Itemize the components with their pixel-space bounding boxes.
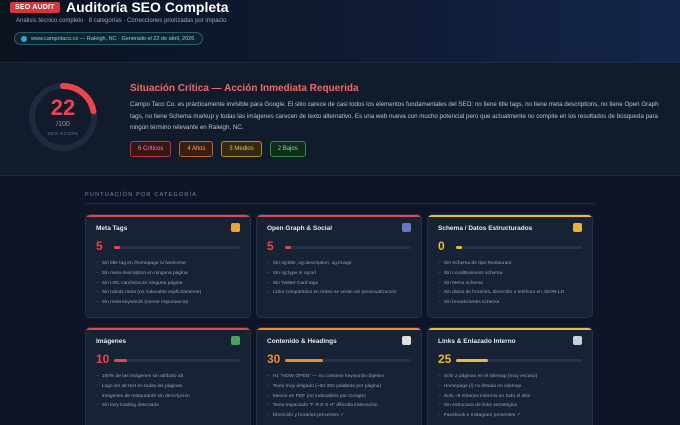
card-score-track	[456, 359, 582, 362]
issue-item: Menús en PDF (no indexables por Google)	[267, 392, 417, 402]
card-score: 5	[267, 239, 274, 253]
card-score-track	[114, 359, 240, 362]
card-score-track	[285, 359, 411, 362]
issue-item: Sin LocalBusiness schema	[438, 269, 588, 279]
low-count-pill[interactable]: 2 Bajos	[269, 141, 306, 157]
issue-item: Facebook e Instagram presentes ✓	[438, 411, 588, 421]
card-title: Schema / Datos Estructurados	[438, 225, 533, 232]
issue-item: Links compartidos en redes se verán sin …	[267, 288, 417, 298]
card-issue-list: Sin title tag en /homepage ni /welcomeSi…	[96, 259, 246, 308]
issue-item: Sin Schema de tipo Restaurant	[438, 259, 588, 269]
categories-heading: PUNTUACIÓN POR CATEGORÍA	[85, 192, 198, 198]
site-url-text: www.campotaco.co — Raleigh, NC · Generad…	[31, 35, 195, 42]
card-accent-bar	[86, 328, 250, 330]
folder-icon	[573, 223, 582, 232]
score-summary-panel: 22 /100 SEO SCORE Situación Crítica — Ac…	[0, 62, 680, 176]
category-card[interactable]: Meta Tags 5 Sin title tag en /homepage n…	[85, 214, 251, 318]
tag-icon	[231, 223, 240, 232]
issue-item: Sin og:title, og:description, og:image	[267, 259, 417, 269]
site-url-pill[interactable]: www.campotaco.co — Raleigh, NC · Generad…	[14, 32, 204, 45]
card-issue-list: Sin Schema de tipo RestaurantSin LocalBu…	[438, 259, 588, 308]
seo-score-value: 22	[50, 95, 76, 120]
issue-item: Sin Menu schema	[438, 279, 588, 289]
category-card[interactable]: Open Graph & Social 5 Sin og:title, og:d…	[256, 214, 422, 318]
issue-item: Texto espaciado "F R E S H" dificulta in…	[267, 401, 417, 411]
card-score-fill	[114, 246, 121, 249]
issue-item: Imágenes de restaurante sin descripción	[96, 392, 246, 402]
issue-item: Sin URL canónica en ninguna página	[96, 279, 246, 289]
card-score: 30	[267, 352, 281, 366]
card-score-track	[285, 246, 411, 249]
issue-item: Homepage (/) no listada en sitemap	[438, 382, 588, 392]
card-title: Contenido & Headings	[267, 338, 337, 345]
situation-description: Campo Taco Co. es prácticamente invisibl…	[130, 101, 659, 131]
issue-item: Sin lazy loading detectado	[96, 401, 246, 411]
card-title: Imágenes	[96, 338, 126, 345]
card-score: 5	[96, 239, 103, 253]
card-title: Open Graph & Social	[267, 225, 333, 232]
card-accent-bar	[428, 328, 592, 330]
issue-item: Solo 2 páginas en el sitemap (muy escaso…	[438, 372, 588, 382]
card-accent-bar	[86, 215, 250, 217]
card-score-fill	[114, 359, 127, 362]
card-score: 0	[438, 239, 445, 253]
card-score-fill	[285, 359, 323, 362]
issue-count-pills: 6 Críticos 4 Altos 3 Medios 2 Bajos	[130, 141, 306, 157]
card-issue-list: 100% de las imágenes sin atributo altLog…	[96, 372, 246, 411]
high-count-pill[interactable]: 4 Altos	[179, 141, 214, 157]
link-icon	[573, 336, 582, 345]
card-score: 25	[438, 352, 452, 366]
section-divider	[85, 203, 595, 204]
card-issue-list: Sin og:title, og:description, og:imageSi…	[267, 259, 417, 298]
issue-item: Sin breadcrumbs schema	[438, 298, 588, 308]
seo-score-label: SEO SCORE	[47, 131, 79, 136]
card-title: Meta Tags	[96, 225, 128, 232]
situation-title: Situación Crítica — Acción Inmediata Req…	[130, 83, 359, 94]
card-score-fill	[456, 359, 488, 362]
card-score: 10	[96, 352, 110, 366]
card-issue-list: H1 "NOW OPEN" — no contiene keywords obj…	[267, 372, 417, 421]
issue-item: Sin datos de horarios, dirección o teléf…	[438, 288, 588, 298]
issue-item: Sin title tag en /homepage ni /welcome	[96, 259, 246, 269]
card-score-track	[114, 246, 240, 249]
globe-icon	[21, 35, 27, 42]
page-title: Auditoría SEO Completa	[66, 0, 229, 15]
document-icon	[402, 336, 411, 345]
issue-item: Sin Twitter Card tags	[267, 279, 417, 289]
seo-score-max: /100	[56, 121, 70, 128]
issue-item: Sin meta description en ninguna página	[96, 269, 246, 279]
issue-item: Sin robots meta (no indexable explícitam…	[96, 288, 246, 298]
issue-item: Texto muy delgado (~60-200 palabras por …	[267, 382, 417, 392]
report-header: SEO AUDIT Auditoría SEO Completa Análisi…	[0, 0, 680, 62]
phone-icon	[402, 223, 411, 232]
card-score-fill	[456, 246, 462, 249]
card-accent-bar	[257, 328, 421, 330]
card-issue-list: Solo 2 páginas en el sitemap (muy escaso…	[438, 372, 588, 421]
card-score-fill	[285, 246, 292, 249]
critical-count-pill[interactable]: 6 Críticos	[130, 141, 172, 157]
page-subtitle: Análisis técnico completo · 8 categorías…	[16, 18, 227, 24]
card-score-track	[456, 246, 582, 249]
issue-item: 100% de las imágenes sin atributo alt	[96, 372, 246, 382]
image-icon	[231, 336, 240, 345]
card-accent-bar	[257, 215, 421, 217]
category-card[interactable]: Links & Enlazado Interno 25 Solo 2 págin…	[427, 327, 593, 425]
medium-count-pill[interactable]: 3 Medios	[221, 141, 262, 157]
card-title: Links & Enlazado Interno	[438, 338, 516, 345]
card-accent-bar	[428, 215, 592, 217]
issue-item: H1 "NOW OPEN" — no contiene keywords obj…	[267, 372, 417, 382]
category-card[interactable]: Schema / Datos Estructurados 0 Sin Schem…	[427, 214, 593, 318]
issue-item: Sin meta keywords (menor importancia)	[96, 298, 246, 308]
seo-audit-badge: SEO AUDIT	[10, 2, 60, 13]
category-card[interactable]: Contenido & Headings 30 H1 "NOW OPEN" — …	[256, 327, 422, 425]
category-card[interactable]: Imágenes 10 100% de las imágenes sin atr…	[85, 327, 251, 425]
issue-item: Sin estructura de links estratégica	[438, 401, 588, 411]
issue-item: Dirección y horarios presentes ✓	[267, 411, 417, 421]
issue-item: Solo ~5 enlaces internos en todo el siti…	[438, 392, 588, 402]
issue-item: Logo sin alt text en todas las páginas	[96, 382, 246, 392]
issue-item: Sin og:type ni og:url	[267, 269, 417, 279]
